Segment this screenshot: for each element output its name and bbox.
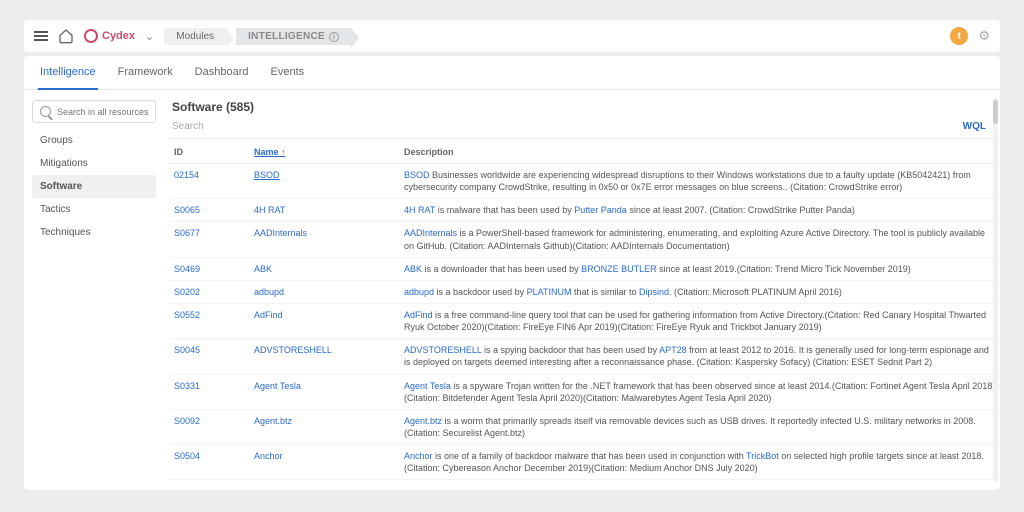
- table-row: S0504AnchorAnchor is one of a family of …: [170, 445, 1000, 480]
- search-field[interactable]: [57, 107, 148, 117]
- main-card: Intelligence Framework Dashboard Events Gro…: [24, 56, 1000, 490]
- description-cell: AdFind is a free command-line query tool…: [400, 303, 1000, 338]
- name-link[interactable]: ADVSTORESHELL: [254, 345, 332, 355]
- software-table: ID Name ↑ Description 02154BSODBSOD Busi…: [170, 141, 1000, 480]
- id-link[interactable]: S0092: [174, 416, 200, 426]
- col-name[interactable]: Name ↑: [250, 141, 400, 164]
- name-link[interactable]: 4H RAT: [254, 205, 285, 215]
- tab-bar: Intelligence Framework Dashboard Events: [24, 56, 1000, 90]
- col-id[interactable]: ID: [170, 141, 250, 164]
- brand-logo[interactable]: Cydex: [84, 29, 135, 43]
- description-cell: AADInternals is a PowerShell-based frame…: [400, 222, 1000, 257]
- inline-link[interactable]: ABK: [404, 264, 422, 274]
- main-panel: Software (585) Search WQL ID Name ↑ Desc…: [164, 90, 1000, 490]
- info-icon[interactable]: i: [329, 32, 339, 42]
- description-cell: 4H RAT is malware that has been used by …: [400, 199, 1000, 222]
- search-icon: [40, 106, 51, 117]
- table-row: S0677AADInternalsAADInternals is a Power…: [170, 222, 1000, 257]
- tab-events[interactable]: Events: [269, 56, 307, 89]
- name-link[interactable]: ABK: [254, 264, 272, 274]
- sidebar-item-mitigations[interactable]: Mitigations: [32, 152, 156, 175]
- name-link[interactable]: BSOD: [254, 170, 280, 180]
- col-desc[interactable]: Description: [400, 141, 1000, 164]
- left-panel: GroupsMitigationsSoftwareTacticsTechniqu…: [24, 90, 164, 490]
- table-row: S0202adbupdadbupd is a backdoor used by …: [170, 280, 1000, 303]
- inline-link[interactable]: Anchor: [404, 451, 433, 461]
- side-nav: GroupsMitigationsSoftwareTacticsTechniqu…: [32, 129, 156, 244]
- table-row: S00654H RAT4H RAT is malware that has be…: [170, 199, 1000, 222]
- filter-input[interactable]: Search: [172, 121, 204, 132]
- id-link[interactable]: 02154: [174, 170, 199, 180]
- tab-dashboard[interactable]: Dashboard: [193, 56, 251, 89]
- inline-link[interactable]: AdFind: [404, 310, 433, 320]
- menu-icon[interactable]: [34, 31, 48, 41]
- description-cell: Agent.btz is a worm that primarily sprea…: [400, 409, 1000, 444]
- scrollbar[interactable]: [993, 98, 998, 482]
- inline-link[interactable]: AADInternals: [404, 228, 457, 238]
- brand-text: Cydex: [102, 30, 135, 42]
- sidebar-item-tactics[interactable]: Tactics: [32, 198, 156, 221]
- inline-link[interactable]: Putter Panda: [574, 205, 627, 215]
- inline-link[interactable]: PLATINUM: [527, 287, 572, 297]
- home-icon[interactable]: [58, 28, 74, 44]
- inline-link[interactable]: BSOD: [404, 170, 430, 180]
- inline-link[interactable]: adbupd: [404, 287, 434, 297]
- top-bar: Cydex ⌄ Modules INTELLIGENCEi t ⚙: [24, 20, 1000, 52]
- tab-framework[interactable]: Framework: [116, 56, 175, 89]
- name-link[interactable]: AdFind: [254, 310, 283, 320]
- id-link[interactable]: S0469: [174, 264, 200, 274]
- tab-intelligence[interactable]: Intelligence: [38, 56, 98, 90]
- breadcrumb-intelligence[interactable]: INTELLIGENCEi: [236, 28, 351, 45]
- sidebar-item-groups[interactable]: Groups: [32, 129, 156, 152]
- name-link[interactable]: AADInternals: [254, 228, 307, 238]
- description-cell: Agent Tesla is a spyware Trojan written …: [400, 374, 1000, 409]
- gear-icon[interactable]: ⚙: [978, 28, 990, 44]
- avatar[interactable]: t: [950, 27, 968, 45]
- id-link[interactable]: S0045: [174, 345, 200, 355]
- id-link[interactable]: S0677: [174, 228, 200, 238]
- name-link[interactable]: Anchor: [254, 451, 283, 461]
- table-row: S0469ABKABK is a downloader that has bee…: [170, 257, 1000, 280]
- page-title: Software (585): [170, 100, 1000, 114]
- inline-link[interactable]: TrickBot: [746, 451, 779, 461]
- name-link[interactable]: Agent.btz: [254, 416, 292, 426]
- breadcrumb-modules[interactable]: Modules: [164, 28, 226, 45]
- chevron-down-icon[interactable]: ⌄: [145, 30, 154, 43]
- table-row: S0331Agent TeslaAgent Tesla is a spyware…: [170, 374, 1000, 409]
- name-link[interactable]: Agent Tesla: [254, 381, 301, 391]
- inline-link[interactable]: Agent.btz: [404, 416, 442, 426]
- inline-link[interactable]: ADVSTORESHELL: [404, 345, 482, 355]
- id-link[interactable]: S0504: [174, 451, 200, 461]
- description-cell: ADVSTORESHELL is a spying backdoor that …: [400, 339, 1000, 374]
- table-row: S0045ADVSTORESHELLADVSTORESHELL is a spy…: [170, 339, 1000, 374]
- description-cell: adbupd is a backdoor used by PLATINUM th…: [400, 280, 1000, 303]
- description-cell: Anchor is one of a family of backdoor ma…: [400, 445, 1000, 480]
- sort-asc-icon: ↑: [281, 147, 286, 157]
- table-row: S0552AdFindAdFind is a free command-line…: [170, 303, 1000, 338]
- table-row: 02154BSODBSOD Businesses worldwide are e…: [170, 164, 1000, 199]
- sidebar-item-techniques[interactable]: Techniques: [32, 221, 156, 244]
- search-input[interactable]: [32, 100, 156, 123]
- inline-link[interactable]: Agent Tesla: [404, 381, 451, 391]
- inline-link[interactable]: APT28: [659, 345, 687, 355]
- inline-link[interactable]: Dipsind: [639, 287, 669, 297]
- description-cell: BSOD Businesses worldwide are experienci…: [400, 164, 1000, 199]
- inline-link[interactable]: BRONZE BUTLER: [581, 264, 657, 274]
- sidebar-item-software[interactable]: Software: [32, 175, 156, 198]
- id-link[interactable]: S0065: [174, 205, 200, 215]
- table-row: S0092Agent.btzAgent.btz is a worm that p…: [170, 409, 1000, 444]
- id-link[interactable]: S0331: [174, 381, 200, 391]
- name-link[interactable]: adbupd: [254, 287, 284, 297]
- id-link[interactable]: S0552: [174, 310, 200, 320]
- inline-link[interactable]: 4H RAT: [404, 205, 435, 215]
- id-link[interactable]: S0202: [174, 287, 200, 297]
- description-cell: ABK is a downloader that has been used b…: [400, 257, 1000, 280]
